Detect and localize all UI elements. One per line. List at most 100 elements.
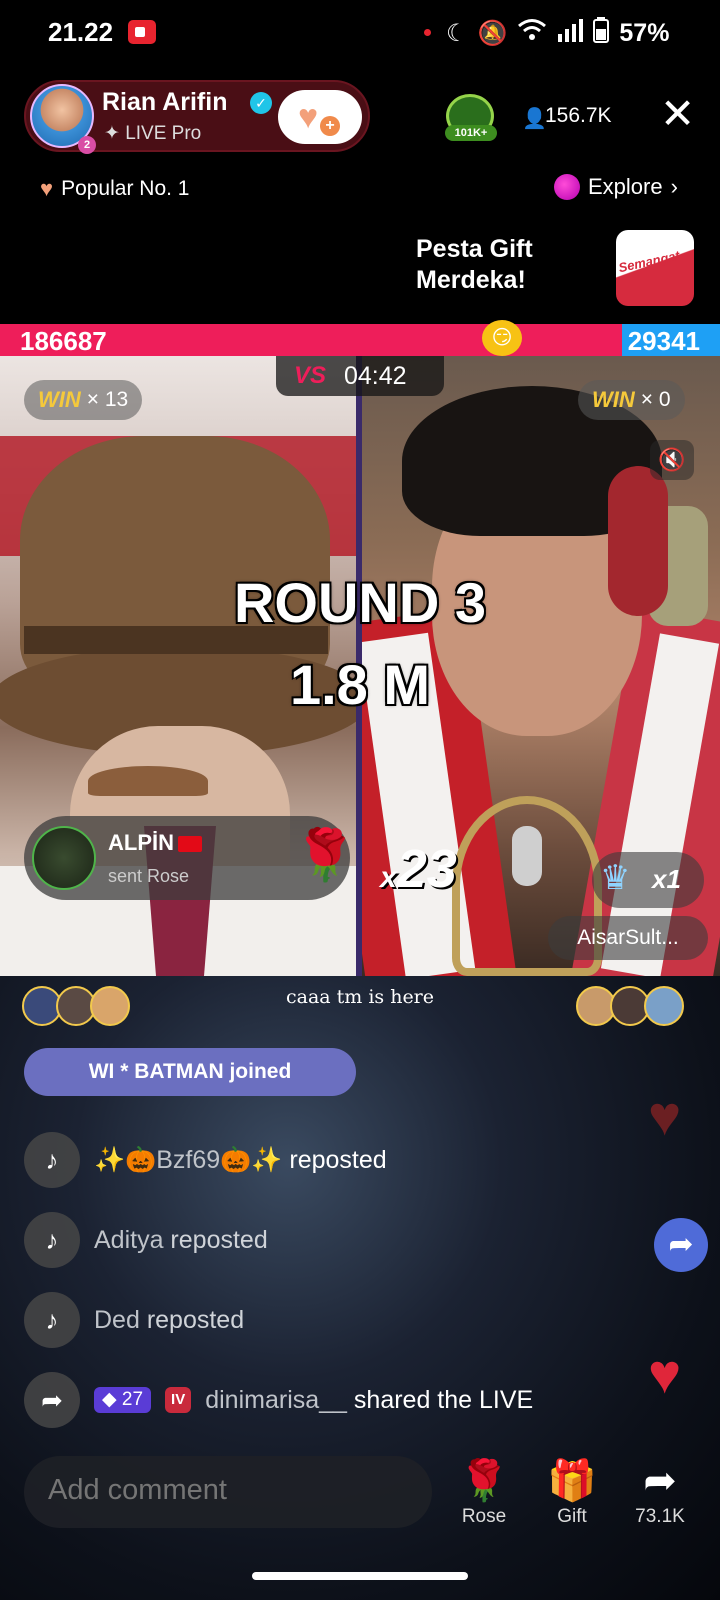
signal-icon (557, 18, 584, 49)
verified-icon: ✓ (250, 92, 272, 114)
host-name[interactable]: Rian Arifin (102, 88, 227, 117)
gift-button[interactable]: 🎁 Gift (532, 1456, 612, 1528)
heart-icon: ♥ (648, 1084, 682, 1147)
battery-level: 57% (619, 19, 670, 47)
avatar[interactable] (644, 986, 684, 1026)
fan-badge: IV (165, 1387, 192, 1413)
battle-timer: VS 04:42 (276, 356, 444, 396)
popular-ranking[interactable]: ♥ Popular No. 1 (40, 176, 189, 202)
gift-notification-right[interactable]: ♛ x1 (592, 852, 704, 908)
win-count: × 0 (640, 388, 671, 411)
bell-off-icon: 🔕 (477, 20, 508, 47)
share-icon: ➦ (24, 1372, 80, 1428)
gift-icon: 🎁 (547, 1459, 597, 1503)
score-left: 186687 (20, 326, 107, 356)
avatar (32, 826, 96, 890)
explore-icon (554, 174, 580, 200)
host-profile-pill[interactable]: 2 Rian Arifin ✓ ✦ LIVE Pro ♥ + (24, 80, 370, 154)
chat-user[interactable]: ✨🎃Bzf69🎃✨ (94, 1146, 282, 1174)
gem-icon: ◆ (102, 1389, 122, 1410)
chevron-right-icon: › (670, 174, 678, 199)
promo-line-2: Merdeka! (416, 266, 526, 294)
chat-action: reposted (163, 1225, 268, 1254)
mute-icon[interactable]: 🔇 (650, 440, 694, 480)
turkey-flag-icon (178, 836, 202, 853)
chat-action: reposted (282, 1145, 387, 1174)
emoji-icon: 😏 (482, 320, 522, 356)
notification-dot (424, 29, 431, 36)
host-subtitle: ✦ LIVE Pro (104, 122, 201, 145)
tiktok-icon: ♪ (24, 1212, 80, 1268)
vs-logo: VS (294, 362, 327, 389)
rank-badge[interactable]: 101K+ (445, 94, 497, 141)
host-level-badge: 2 (78, 136, 96, 154)
tiktok-icon: ♪ (24, 1292, 80, 1348)
promo-banner[interactable]: Pesta Gift Merdeka! (416, 234, 533, 296)
crown-gift-icon: ♛ (600, 859, 631, 897)
chat-message[interactable]: ♪ Aditya reposted (24, 1212, 268, 1268)
share-count: 73.1K (635, 1506, 685, 1527)
win-label: WIN (38, 387, 81, 412)
heart-icon: ♥ (648, 1342, 682, 1405)
plus-icon: + (320, 116, 340, 136)
rose-button[interactable]: 🌹 Rose (444, 1456, 524, 1528)
popular-label: Popular No. 1 (61, 177, 190, 200)
chat-message[interactable]: ➦ ◆ 27 IV dinimarisa__ shared the LIVE (24, 1372, 533, 1428)
rose-icon: 🌹 (294, 827, 357, 883)
promo-line-1: Pesta Gift (416, 235, 533, 263)
promo-logo[interactable]: Semangat (616, 230, 694, 306)
follow-button[interactable]: ♥ + (278, 90, 362, 144)
win-label: WIN (592, 387, 635, 412)
home-indicator[interactable] (252, 1572, 468, 1580)
sparkle-icon: ✦ (104, 123, 126, 144)
close-icon[interactable]: ✕ (660, 92, 695, 136)
wifi-icon (517, 18, 547, 49)
status-time: 21.22 (48, 17, 114, 47)
share-icon[interactable]: ➦ (654, 1218, 708, 1272)
battery-icon (593, 17, 610, 50)
win-count: × 13 (86, 388, 129, 411)
share-icon: ➦ (643, 1459, 677, 1503)
round-title: ROUND 3 (233, 571, 487, 634)
chat-message[interactable]: ♪ Ded reposted (24, 1292, 244, 1348)
promo-logo-text: Semangat (617, 247, 682, 276)
chat-user[interactable]: Ded (94, 1306, 140, 1334)
chat-user[interactable]: dinimarisa__ (205, 1386, 347, 1414)
rose-label: Rose (461, 1506, 507, 1527)
gift-label: Gift (557, 1506, 587, 1527)
comment-input[interactable] (48, 1474, 408, 1507)
viewer-count[interactable]: 156.7K (545, 104, 612, 128)
status-icons: ☾ 🔕 57% (446, 17, 669, 50)
comment-box[interactable] (24, 1456, 432, 1528)
explore-button[interactable]: Explore › (554, 174, 678, 200)
moon-icon: ☾ (446, 20, 468, 47)
timer: 04:42 (344, 362, 407, 390)
level-number: 27 (121, 1389, 144, 1410)
chat-action: reposted (139, 1305, 245, 1334)
explore-label: Explore (588, 174, 663, 199)
share-button[interactable]: ➦ 73.1K (620, 1456, 700, 1528)
gift-text: sent Rose (108, 866, 190, 886)
chat-action: shared the LIVE (346, 1385, 534, 1414)
mustache (88, 766, 208, 796)
joined-notification: WI * BATMAN joined (24, 1048, 356, 1096)
win-count-right: WIN × 0 (578, 380, 685, 420)
battle-score-bar: 186687 29341 (0, 324, 720, 356)
score-right: 29341 (627, 326, 700, 356)
chat-message[interactable]: ♪ ✨🎃Bzf69🎃✨ reposted (24, 1132, 387, 1188)
gift-notification[interactable]: ALPİN sent Rose 🌹 (24, 816, 356, 900)
microphone-icon (512, 826, 542, 886)
gift-sender-right[interactable]: AisarSult... (548, 916, 708, 960)
round-value: 1.8 M (289, 653, 431, 716)
combo-prefix: x (380, 861, 397, 894)
record-icon (128, 20, 156, 44)
heart-icon: ♥ (40, 176, 54, 201)
rose-icon: 🌹 (459, 1459, 509, 1503)
status-bar: 21.22 ☾ 🔕 57% (0, 0, 720, 66)
host-subtitle-text: LIVE Pro (125, 123, 202, 144)
top-gifters-right[interactable] (576, 986, 684, 1026)
win-count-left: WIN × 13 (24, 380, 143, 420)
chat-user[interactable]: Aditya (94, 1226, 163, 1254)
gift-combo-count: x23 (380, 838, 457, 900)
gem-level-badge: ◆ 27 (94, 1387, 152, 1413)
